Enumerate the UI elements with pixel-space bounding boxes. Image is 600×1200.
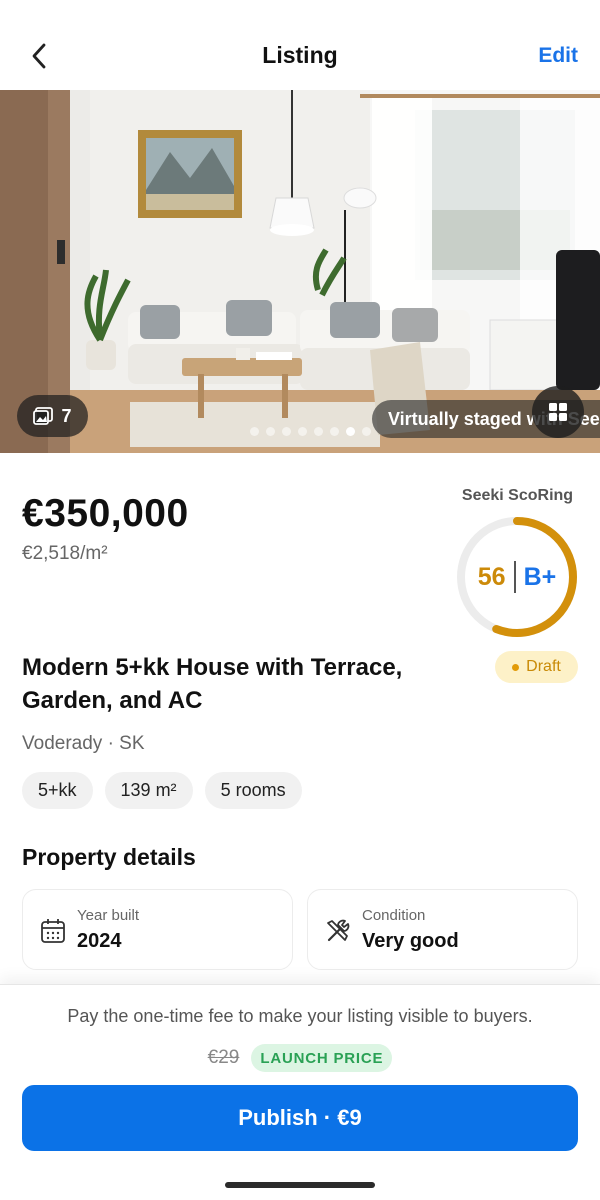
property-details-heading: Property details	[22, 844, 196, 870]
status-label: Draft	[526, 658, 561, 675]
pagination-dot[interactable]	[298, 427, 307, 436]
home-indicator[interactable]	[225, 1182, 375, 1188]
pagination-dot[interactable]	[330, 427, 339, 436]
chip-layout: 5+kk	[22, 772, 93, 809]
original-price: €29	[207, 1047, 240, 1068]
chip-area: 139 m²	[104, 772, 193, 809]
pagination-dot[interactable]	[314, 427, 323, 436]
edit-button[interactable]: Edit	[538, 44, 578, 68]
living-room-photo	[0, 90, 600, 453]
listing-attribute-chips: 5+kk 139 m² 5 rooms	[22, 772, 302, 809]
listing-title: Modern 5+kk House with Terrace, Garden, …	[22, 654, 403, 714]
score-label: Seeki ScoRing	[461, 487, 574, 504]
grid-icon	[549, 403, 567, 421]
gallery-grid-button[interactable]	[532, 386, 584, 438]
price-per-square-meter: €2,518/m²	[22, 543, 108, 564]
status-badge: Draft	[495, 651, 578, 683]
pagination-dot[interactable]	[346, 427, 355, 436]
tools-icon	[327, 919, 350, 942]
fee-price-row: €29 LAUNCH PRICE	[0, 1044, 600, 1072]
listing-price: €350,000	[22, 492, 189, 535]
gallery-pagination	[250, 427, 371, 436]
pagination-dot[interactable]	[250, 427, 259, 436]
score-value-group: 56 B+	[455, 515, 579, 639]
pagination-dot[interactable]	[282, 427, 291, 436]
score-value: 56	[477, 562, 506, 591]
publish-button[interactable]: Publish · €9	[22, 1085, 578, 1151]
detail-label: Condition	[362, 907, 426, 924]
detail-value: Very good	[362, 930, 459, 952]
chip-rooms: 5 rooms	[204, 772, 302, 809]
score-grade: B+	[523, 562, 557, 591]
pagination-dot[interactable]	[362, 427, 371, 436]
detail-label: Year built	[77, 907, 139, 924]
pagination-dot[interactable]	[266, 427, 275, 436]
score-divider	[513, 561, 516, 593]
detail-value: 2024	[77, 930, 122, 952]
detail-card-year-built: Year built 2024	[22, 889, 293, 970]
listing-location: Voderady · SK	[22, 733, 145, 754]
publish-footer: Pay the one-time fee to make your listin…	[0, 984, 600, 1200]
photo-count-label: 7	[61, 405, 72, 426]
images-icon	[33, 407, 54, 425]
calendar-icon	[41, 919, 65, 943]
detail-card-condition: Condition Very good	[307, 889, 578, 970]
status-dot	[512, 663, 520, 671]
page-title: Listing	[262, 42, 338, 68]
launch-price-badge: LAUNCH PRICE	[251, 1044, 393, 1072]
photo-count-badge[interactable]: 7	[17, 395, 88, 437]
listing-photo-gallery[interactable]: 7 Virtually staged with Seeki	[0, 90, 600, 453]
app-header: Listing Edit	[0, 0, 600, 90]
fee-description: Pay the one-time fee to make your listin…	[67, 1006, 533, 1026]
